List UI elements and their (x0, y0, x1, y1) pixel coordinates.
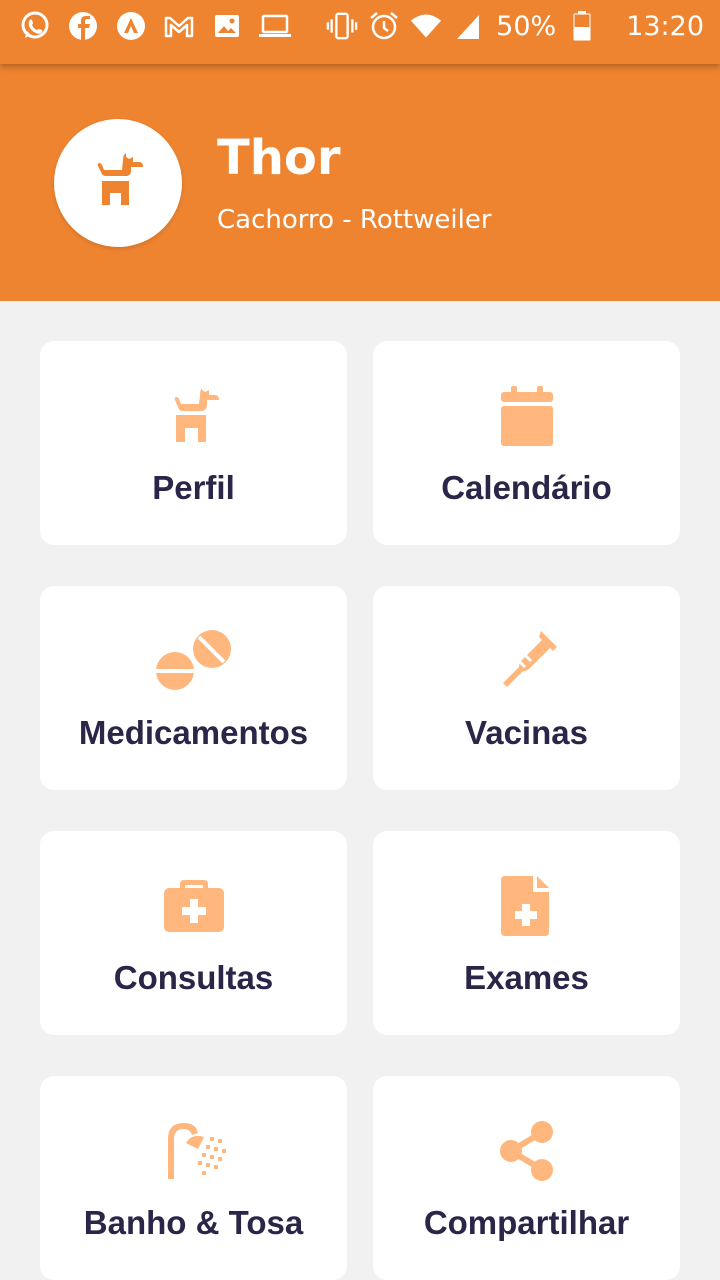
menu-card-calendario[interactable]: Calendário (373, 341, 680, 545)
wifi-icon (410, 10, 442, 42)
pet-name: Thor (217, 130, 341, 186)
gallery-icon (210, 9, 244, 43)
notification-icons (18, 8, 306, 44)
pet-header: Thor Cachorro - Rottweiler (0, 64, 720, 301)
laptop-icon (258, 9, 292, 43)
menu-card-label: Consultas (113, 959, 274, 996)
status-bar: 50% 13:20 (0, 0, 720, 64)
menu-card-label: Vacinas (465, 714, 588, 751)
menu-card-exames[interactable]: Exames (373, 831, 680, 1035)
menu-card-label: Calendário (441, 469, 612, 506)
battery-percentage: 50% (496, 10, 557, 42)
dog-icon (159, 381, 229, 451)
shower-icon (159, 1116, 229, 1186)
whatsapp-icon (18, 9, 52, 43)
alarm-icon (368, 10, 400, 42)
app-a-icon (114, 9, 148, 43)
menu-card-label: Perfil (152, 469, 235, 506)
menu-card-medicamentos[interactable]: Medicamentos (40, 586, 347, 790)
syringe-icon (492, 626, 562, 696)
medical-file-icon (492, 871, 562, 941)
menu-card-banho-tosa[interactable]: Banho & Tosa (40, 1076, 347, 1280)
menu-card-label: Exames (464, 959, 589, 996)
menu-card-compartilhar[interactable]: Compartilhar (373, 1076, 680, 1280)
dog-icon (86, 149, 150, 218)
menu-card-label: Banho & Tosa (83, 1204, 304, 1241)
medical-kit-icon (159, 871, 229, 941)
avatar[interactable] (54, 119, 182, 247)
share-icon (492, 1116, 562, 1186)
menu-card-label: Compartilhar (423, 1204, 630, 1241)
menu-card-vacinas[interactable]: Vacinas (373, 586, 680, 790)
gmail-icon (162, 9, 196, 43)
system-icons: 50% 13:20 (316, 8, 704, 44)
menu-card-label: Medicamentos (78, 714, 309, 751)
battery-icon (566, 10, 598, 42)
facebook-icon (66, 9, 100, 43)
calendar-icon (492, 381, 562, 451)
vibrate-icon (326, 10, 358, 42)
signal-icon (452, 10, 484, 42)
menu-card-perfil[interactable]: Perfil (40, 341, 347, 545)
pills-icon (154, 626, 234, 696)
pet-breed: Cachorro - Rottweiler (217, 205, 492, 235)
menu-card-consultas[interactable]: Consultas (40, 831, 347, 1035)
clock: 13:20 (626, 10, 704, 42)
